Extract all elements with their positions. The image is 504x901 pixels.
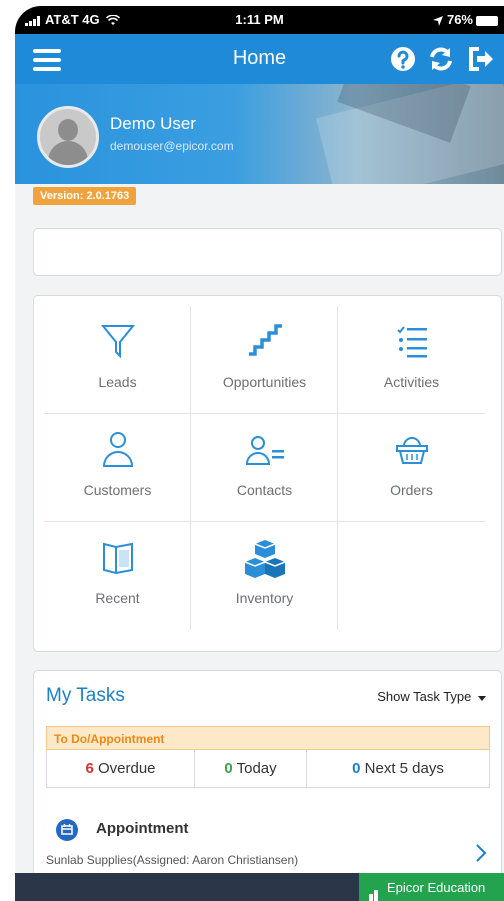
caret-down-icon [478, 695, 486, 701]
today-count[interactable]: 0 Today [195, 750, 307, 787]
battery-status: 76% [432, 12, 498, 27]
search-box[interactable] [33, 228, 502, 276]
tile-label: Opportunities [222, 374, 307, 390]
battery-icon [476, 15, 498, 26]
my-tasks-card: My Tasks Show Task Type To Do/Appointmen… [33, 670, 502, 901]
tile-leads[interactable]: Leads [44, 306, 191, 414]
tile-label: Orders [390, 482, 433, 498]
user-email: demouser@epicor.com [110, 139, 234, 153]
basket-icon [395, 437, 428, 464]
next-five-days-count[interactable]: 0 Next 5 days [307, 750, 489, 787]
tile-orders[interactable]: Orders [338, 414, 485, 522]
today-number: 0 [224, 760, 233, 777]
task-group-header: To Do/Appointment [46, 726, 490, 750]
tile-label: Customers [83, 482, 152, 498]
overdue-label: Overdue [97, 760, 156, 777]
tile-label: Leads [98, 374, 137, 390]
book-icon [102, 542, 133, 575]
profile-header: Demo User demouser@epicor.com [15, 84, 504, 184]
nav-bar: Home [15, 34, 504, 84]
education-badge: Epicor Education [359, 873, 504, 901]
filter-icon [100, 325, 135, 359]
chevron-right-icon[interactable] [475, 843, 487, 869]
boxes-icon [244, 540, 285, 578]
location-arrow-icon [432, 15, 443, 26]
logout-icon[interactable] [467, 45, 495, 73]
next-number: 0 [352, 760, 361, 777]
overdue-number: 6 [85, 760, 94, 777]
tile-activities[interactable]: Activities [338, 306, 485, 414]
clock: 1:11 PM [235, 12, 284, 27]
task-title[interactable]: Appointment [96, 820, 188, 837]
user-name: Demo User [110, 114, 196, 133]
tile-label: Recent [95, 590, 140, 606]
battery-label: 76% [446, 12, 473, 27]
avatar[interactable] [37, 106, 99, 168]
status-bar: AT&T 4G 1:11 PM 76% [15, 6, 504, 34]
module-grid: Leads Opportunities Activities Customers… [33, 295, 502, 652]
task-type-label: Show Task Type [377, 689, 472, 704]
next-label: Next 5 days [364, 760, 444, 777]
phone-screen: AT&T 4G 1:11 PM 76% Home Demo User demou… [15, 6, 504, 901]
education-label: Epicor Education [387, 880, 486, 895]
tile-recent[interactable]: Recent [44, 522, 191, 630]
tile-inventory[interactable]: Inventory [191, 522, 338, 630]
epicor-logo-icon [369, 883, 379, 901]
tile-label: Inventory [235, 590, 294, 606]
version-badge: Version: 2.0.1763 [33, 187, 137, 205]
tile-customers[interactable]: Customers [44, 414, 191, 522]
tile-contacts[interactable]: Contacts [191, 414, 338, 522]
help-icon[interactable] [389, 45, 417, 73]
task-counts: 6 Overdue 0 Today 0 Next 5 days [46, 750, 490, 788]
tile-label: Activities [383, 374, 440, 390]
tile-label: Contacts [236, 482, 293, 498]
overdue-count[interactable]: 6 Overdue [47, 750, 195, 787]
calendar-icon [56, 819, 78, 841]
stairs-icon [248, 324, 282, 356]
checklist-icon [396, 326, 427, 358]
tasks-title: My Tasks [46, 685, 125, 706]
refresh-icon[interactable] [427, 45, 455, 73]
today-label: Today [236, 760, 277, 777]
bottom-bar: Epicor Education [15, 873, 504, 901]
contact-list-icon [245, 436, 284, 465]
task-subtitle: Sunlab Supplies(Assigned: Aaron Christia… [46, 853, 299, 867]
person-icon [102, 432, 133, 467]
tile-opportunities[interactable]: Opportunities [191, 306, 338, 414]
show-task-type-button[interactable]: Show Task Type [377, 689, 487, 704]
